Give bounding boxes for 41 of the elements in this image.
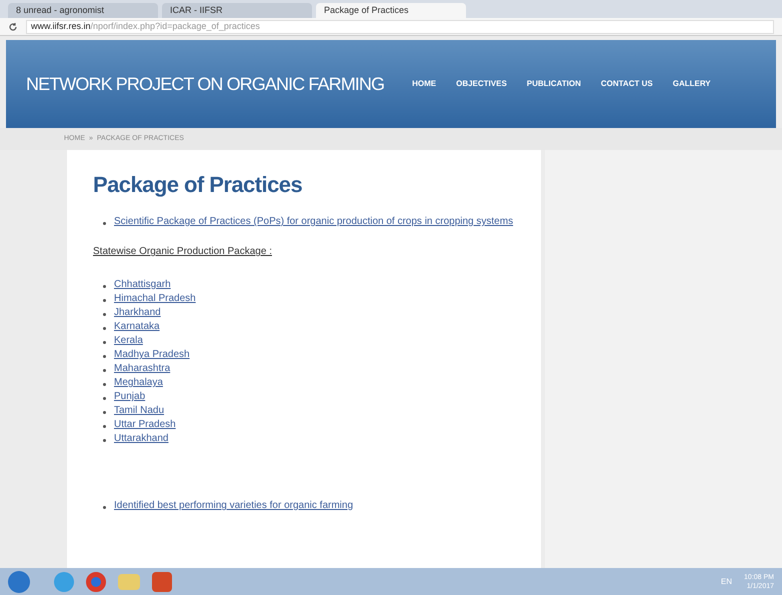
nav-link[interactable]: CONTACT US (600, 78, 653, 90)
state-link[interactable]: Scientific Package of Practices (PoPs) for organic production of crops in cropping systems (114, 216, 514, 227)
bullet-icon (103, 222, 106, 225)
state-link[interactable]: Meghalaya (114, 377, 163, 388)
nav-link[interactable]: OBJECTIVES (456, 78, 507, 90)
bullet-icon (103, 355, 106, 358)
state-link[interactable]: Tamil Nadu (114, 405, 164, 416)
nav-link[interactable]: GALLERY (672, 78, 711, 90)
bullet-icon (103, 369, 106, 372)
bullet-icon (103, 425, 106, 428)
browser-tab[interactable]: ICAR - IIFSR (162, 3, 312, 18)
bullet-icon (103, 439, 106, 442)
state-link[interactable]: Jharkhand (114, 307, 161, 318)
address-bar[interactable]: www.iifsr.res.in/nporf/index.php?id=package_of_practices (26, 20, 774, 34)
nav-link[interactable]: PUBLICATION (526, 78, 581, 90)
state-link[interactable]: Uttarakhand (114, 433, 168, 444)
bullet-icon (103, 411, 106, 414)
section-subheading: Statewise Organic Production Package : (93, 245, 273, 259)
state-link[interactable]: Kerala (114, 335, 143, 346)
state-link[interactable]: Karnataka (114, 321, 160, 332)
bullet-icon (103, 341, 106, 344)
state-link[interactable]: Identified best performing varieties for organic farming (114, 500, 354, 511)
state-link[interactable]: Himachal Pradesh (114, 293, 196, 304)
browser-tab[interactable]: Package of Practices (316, 3, 466, 18)
site-title: NETWORK PROJECT ON ORGANIC FARMING (26, 72, 384, 96)
bullet-icon (103, 299, 106, 302)
state-link[interactable]: Punjab (114, 391, 146, 402)
state-link[interactable]: Chhattisgarh (114, 279, 171, 290)
state-link[interactable]: Madhya Pradesh (114, 349, 190, 360)
bullet-icon (103, 327, 106, 330)
bullet-icon (103, 313, 106, 316)
bullet-icon (103, 506, 106, 509)
nav-link[interactable]: HOME (412, 78, 436, 90)
bullet-icon (103, 285, 106, 288)
state-link[interactable]: Maharashtra (114, 363, 170, 374)
browser-tab[interactable]: 8 unread - agronomist (8, 3, 158, 18)
bullet-icon (103, 383, 106, 386)
reload-icon[interactable] (8, 22, 18, 32)
bullet-icon (103, 397, 106, 400)
state-link[interactable]: Uttar Pradesh (114, 419, 176, 430)
page-heading: Package of Practices (93, 172, 304, 198)
